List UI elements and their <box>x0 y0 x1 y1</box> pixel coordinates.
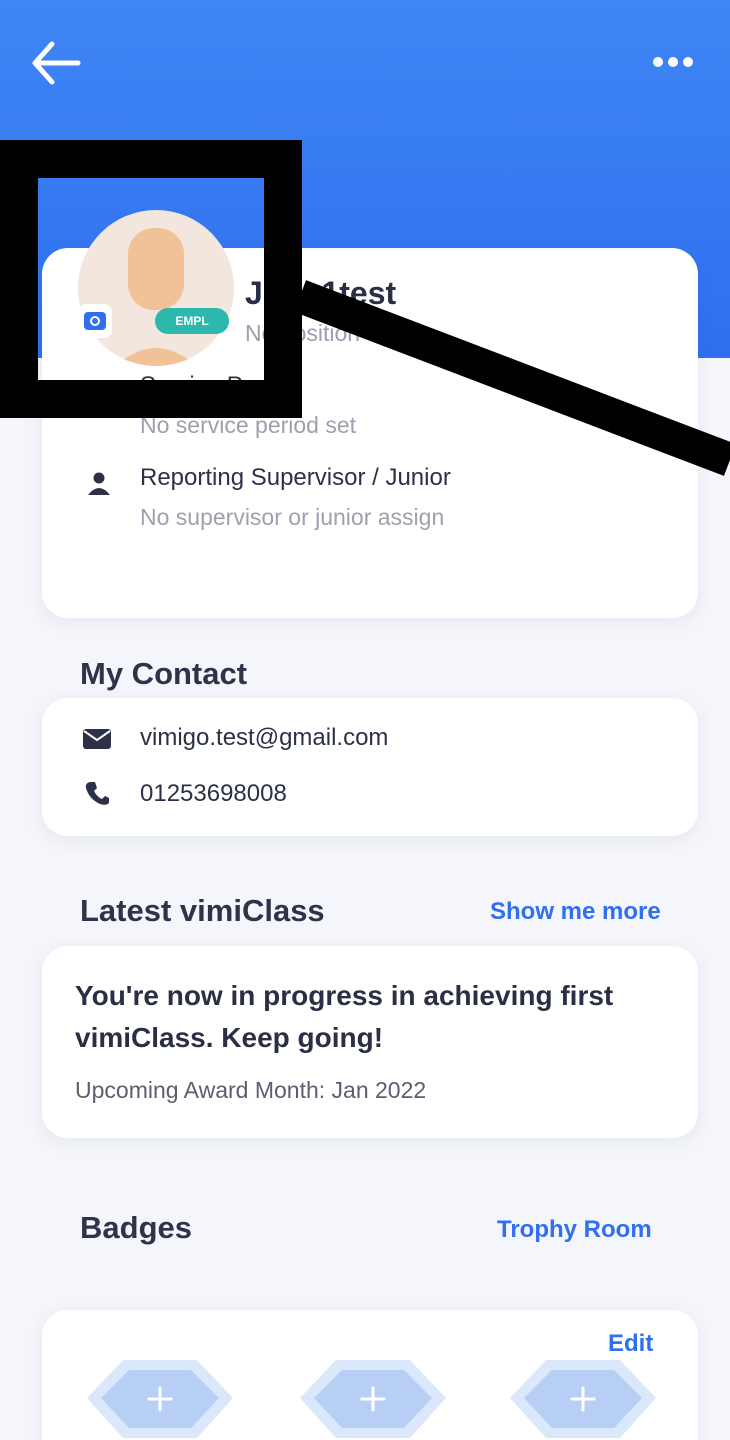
calendar-icon <box>86 378 112 409</box>
add-badge-icon <box>300 1360 446 1438</box>
contact-email[interactable]: vimigo.test@gmail.com <box>140 724 388 752</box>
contact-section-title: My Contact <box>80 656 248 691</box>
badge-slot-3[interactable] <box>508 1358 658 1440</box>
badge-slot-2[interactable] <box>298 1358 448 1440</box>
profile-position: No position set <box>245 320 398 346</box>
show-me-more-link[interactable]: Show me more <box>490 898 661 926</box>
badges-section-title: Badges <box>80 1210 192 1245</box>
supervisor-value: No supervisor or junior assign <box>140 504 445 530</box>
contact-card <box>42 698 698 836</box>
add-badge-icon <box>87 1360 233 1438</box>
supervisor-title: Reporting Supervisor / Junior <box>140 464 451 491</box>
profile-name: John1test <box>245 275 397 311</box>
mail-icon <box>82 728 112 755</box>
vimiclass-section-title: Latest vimiClass <box>80 893 325 928</box>
avatar[interactable] <box>76 208 236 368</box>
edit-badges-link[interactable]: Edit <box>608 1330 653 1358</box>
camera-icon <box>84 312 106 330</box>
more-options-button[interactable] <box>640 44 710 80</box>
arrow-left-icon <box>32 41 81 85</box>
add-badge-icon <box>510 1360 656 1438</box>
service-period-value: No service period set <box>140 412 357 438</box>
empl-badge: EMPL <box>155 308 229 334</box>
vimiclass-upcoming: Upcoming Award Month: Jan 2022 <box>75 1077 427 1103</box>
trophy-room-link[interactable]: Trophy Room <box>497 1216 652 1244</box>
vimiclass-message: You're now in progress in achieving firs… <box>75 980 614 1053</box>
badge-slot-1[interactable] <box>85 1358 235 1440</box>
service-period-title: Service Period <box>140 372 297 399</box>
ellipsis-icon <box>653 57 693 67</box>
phone-icon <box>84 780 110 811</box>
back-button[interactable] <box>30 38 90 88</box>
person-icon <box>86 470 112 501</box>
user-avatar-icon <box>78 210 234 366</box>
contact-phone[interactable]: 01253698008 <box>140 780 287 808</box>
camera-button[interactable] <box>78 304 112 338</box>
